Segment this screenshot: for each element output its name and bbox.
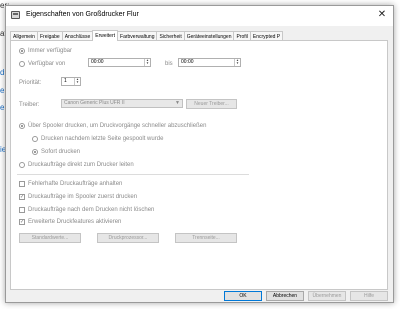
after-last-page-label: Drucken nachdem letzte Seite gespoolt wu…: [41, 136, 164, 142]
direct-to-printer-label: Druckaufträge direkt zum Drucker leiten: [28, 162, 134, 168]
new-driver-button[interactable]: Neuer Treiber...: [186, 99, 237, 109]
available-to-time[interactable]: 00:00 ▲ ▼: [178, 58, 241, 67]
print-immediately-radio[interactable]: [32, 149, 38, 155]
ok-button[interactable]: OK: [224, 291, 262, 301]
available-from-value: 00:00: [91, 59, 104, 65]
driver-label: Treiber:: [19, 102, 40, 108]
always-available-radio[interactable]: [19, 48, 25, 54]
advanced-features-checkbox[interactable]: ✓: [19, 219, 25, 225]
separator-page-button[interactable]: Trennseite...: [175, 233, 237, 243]
advanced-features-label: Erweiterte Druckfeatures aktivieren: [28, 219, 122, 225]
apply-button[interactable]: Übernehmen: [308, 291, 346, 301]
driver-select[interactable]: Canon Generic Plus UFR II ▼: [61, 99, 183, 108]
cancel-button[interactable]: Abbrechen: [266, 291, 304, 301]
available-from-time[interactable]: 00:00 ▲ ▼: [88, 58, 151, 67]
check-icon: ✓: [20, 219, 25, 225]
driver-value: Canon Generic Plus UFR II: [64, 100, 125, 106]
spin-arrows-icon[interactable]: ▲ ▼: [144, 59, 150, 66]
print-immediately-label: Sofort drucken: [41, 149, 81, 155]
defaults-button[interactable]: Standardwerte...: [19, 233, 81, 243]
spin-arrows-icon[interactable]: ▲ ▼: [234, 59, 240, 66]
keep-printed-label: Druckaufträge nach dem Drucken nicht lös…: [28, 207, 155, 213]
spool-radio[interactable]: [19, 123, 25, 129]
hold-mismatched-checkbox[interactable]: [19, 181, 25, 187]
available-to-value: 00:00: [181, 59, 194, 65]
always-available-label: Immer verfügbar: [28, 48, 73, 54]
separator: [17, 174, 249, 175]
advanced-tab-panel: Immer verfügbar Verfügbar von 00:00 ▲ ▼ b…: [10, 40, 388, 290]
priority-value: 1: [64, 78, 67, 84]
keep-printed-checkbox[interactable]: [19, 207, 25, 213]
tab-erweitert[interactable]: Erweitert: [92, 30, 119, 41]
priority-field[interactable]: 1 ▲ ▼: [61, 77, 81, 86]
dialog-title: Eigenschaften von Großdrucker Flur: [26, 11, 139, 18]
priority-label: Priorität:: [19, 80, 42, 86]
background-link-fragment: e: [0, 103, 5, 112]
available-from-label: Verfügbar von: [28, 61, 66, 67]
title-bar[interactable]: Eigenschaften von Großdrucker Flur ✕: [6, 6, 393, 26]
available-to-label: bis: [165, 61, 173, 67]
spooled-first-label: Druckaufträge im Spooler zuerst drucken: [28, 194, 138, 200]
help-button[interactable]: Hilfe: [350, 291, 388, 301]
check-icon: ✓: [20, 194, 25, 200]
spool-label: Über Spooler drucken, um Druckvorgänge s…: [28, 123, 207, 129]
hold-mismatched-label: Fehlerhafte Druckaufträge anhalten: [28, 181, 123, 187]
spooled-first-checkbox[interactable]: ✓: [19, 194, 25, 200]
available-from-radio[interactable]: [19, 61, 25, 67]
printer-properties-dialog: Eigenschaften von Großdrucker Flur ✕ All…: [5, 5, 394, 303]
close-button[interactable]: ✕: [375, 8, 389, 22]
direct-to-printer-radio[interactable]: [19, 162, 25, 168]
spin-arrows-icon[interactable]: ▲ ▼: [74, 78, 80, 85]
print-processor-button[interactable]: Druckprozessor...: [97, 233, 159, 243]
after-last-page-radio[interactable]: [32, 136, 38, 142]
chevron-down-icon: ▼: [175, 100, 180, 106]
printer-icon: [11, 11, 20, 19]
